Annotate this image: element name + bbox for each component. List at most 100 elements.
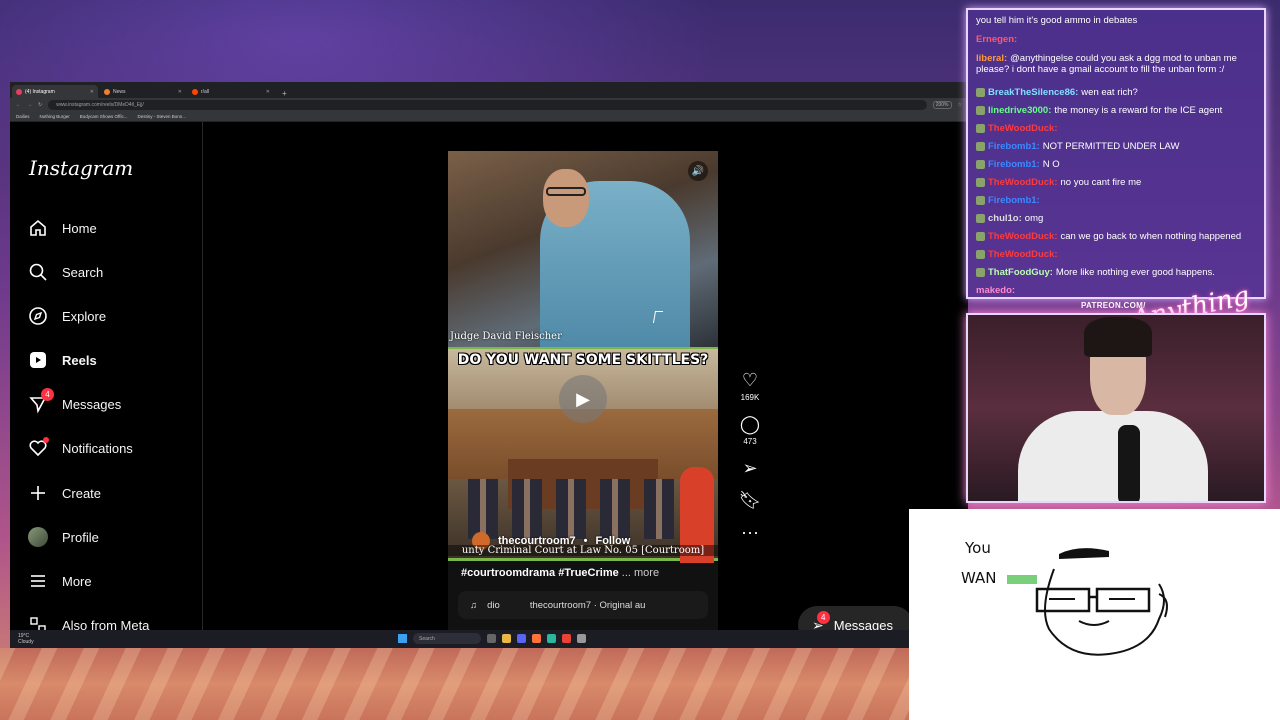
chrome-icon[interactable] (562, 634, 571, 643)
nav-more[interactable]: More (28, 566, 92, 596)
taskbar-center: Search (398, 633, 586, 644)
chat-message: chul1o: omg (976, 213, 1043, 224)
court-caption: unty Criminal Court at Law No. 05 [Court… (448, 545, 718, 556)
chat-message: linedrive3000: the money is a reward for … (976, 105, 1222, 116)
like-button[interactable]: ♡ 169K (741, 370, 760, 402)
reel-upper-frame: 🔊 Judge David Fleischer (448, 151, 718, 347)
overlay-title: DO YOU WANT SOME SKITTLES? (457, 352, 709, 368)
close-tab-icon[interactable]: ✕ (266, 89, 270, 95)
badge-icon (976, 267, 985, 277)
instagram-page: Instagram Home Search Explore Reels 4 Me… (10, 122, 968, 648)
chat-message: BreakTheSilence86: wen eat rich? (976, 87, 1138, 98)
face-doodle (1007, 548, 1168, 656)
ellipsis-icon: ··· (741, 522, 759, 542)
nav-profile[interactable]: Profile (28, 522, 99, 552)
badge-icon (976, 141, 985, 151)
background-ground (0, 648, 910, 720)
audio-bar[interactable]: ♫ dio thecourtroom7 · Original au (458, 591, 708, 619)
save-button[interactable]: 🔖︎ (739, 490, 762, 510)
heart-icon: ♡ (741, 370, 759, 390)
chat-message: liberal: @anythingelse could you ask a dg… (976, 53, 1237, 75)
nav-create[interactable]: Create (28, 478, 101, 508)
streamer-shirt (1018, 411, 1208, 501)
home-icon (28, 218, 48, 238)
chat-message: Ernegen: (976, 34, 1018, 45)
reload-icon[interactable]: ↻ (38, 102, 42, 108)
plus-icon (28, 483, 48, 503)
instagram-favicon-icon (16, 88, 22, 95)
search-icon (28, 262, 48, 282)
star-icon[interactable]: ☆ (958, 102, 962, 108)
messages-badge: 4 (41, 388, 54, 401)
more-link[interactable]: ... more (622, 567, 659, 579)
chat-message: TheWoodDuck: can we go back to when nothi… (976, 231, 1241, 242)
firefox-icon[interactable] (532, 634, 541, 643)
nav-notifications[interactable]: Notifications (28, 433, 133, 463)
more-options-button[interactable]: ··· (741, 522, 759, 542)
comment-count: 473 (743, 437, 757, 446)
tab-instagram[interactable]: (4) Instagram ✕ (12, 85, 98, 98)
forward-icon[interactable]: → (27, 102, 32, 108)
badge-icon (976, 195, 985, 205)
compass-icon (28, 306, 48, 326)
microphone (1118, 425, 1140, 501)
comment-button[interactable]: ◯ 473 (740, 414, 760, 446)
courtroom-people (468, 479, 698, 539)
share-button[interactable]: ➢ (742, 458, 757, 478)
heart-icon (28, 437, 49, 458)
reel-lower-frame: DO YOU WANT SOME SKITTLES? ▶ thecourtroo… (448, 347, 718, 563)
zoom-indicator[interactable]: 200% (932, 101, 952, 109)
close-tab-icon[interactable]: ✕ (90, 89, 94, 95)
instagram-logo[interactable]: Instagram (29, 156, 133, 180)
chat-message: ThatFoodGuy: More like nothing ever good … (976, 267, 1215, 278)
badge-icon (976, 249, 985, 259)
nav-reels[interactable]: Reels (28, 345, 97, 375)
windows-taskbar: 19°C Cloudy Search (10, 630, 910, 648)
chat-message: TheWoodDuck: (976, 123, 1061, 134)
bookmark-item[interactable]: Destiny - Steven Bonn... (137, 114, 186, 119)
drawing-canvas: You WAN (909, 509, 1280, 720)
volume-icon[interactable]: 🔊 (688, 161, 708, 181)
reel-video[interactable]: 🔊 Judge David Fleischer DO YOU WANT SOME… (448, 151, 718, 631)
like-count: 169K (740, 393, 760, 402)
chat-message: Firebomb1: NOT PERMITTED UNDER LAW (976, 141, 1179, 152)
weather-widget[interactable]: 19°C Cloudy (18, 633, 34, 645)
notification-dot (43, 437, 49, 443)
stream-chat-overlay: you tell him it's good ammo in debates E… (966, 8, 1266, 299)
url-field[interactable]: www.instagram.com/reels/DMeD4tl_Ejj/ (48, 100, 927, 110)
discord-icon[interactable] (517, 634, 526, 643)
badge-icon (976, 87, 985, 97)
badge-icon (976, 177, 985, 187)
bookmark-item[interactable]: Nothing Burger (40, 114, 70, 119)
bookmark-item[interactable]: Bodycam Shows Offic... (80, 114, 128, 119)
nav-search[interactable]: Search (28, 257, 103, 287)
app-icon[interactable] (577, 634, 586, 643)
chat-message: you tell him it's good ammo in debates (976, 15, 1138, 26)
nav-messages[interactable]: 4 Messages (28, 388, 121, 419)
task-view-icon[interactable] (487, 634, 496, 643)
chat-message: makedo: (976, 285, 1016, 296)
messenger-icon: 4 (28, 388, 54, 414)
nav-explore[interactable]: Explore (28, 301, 106, 331)
nav-home[interactable]: Home (28, 213, 97, 243)
close-tab-icon[interactable]: ✕ (178, 89, 182, 95)
judge-head (543, 169, 589, 227)
tab-news[interactable]: News ✕ (100, 85, 186, 98)
back-icon[interactable]: ← (16, 102, 21, 108)
judge-caption: Judge David Fleischer (450, 331, 562, 342)
badge-icon (976, 105, 985, 115)
app-icon[interactable] (547, 634, 556, 643)
new-tab-button[interactable]: + (276, 89, 293, 98)
messages-pill-badge: 4 (816, 610, 830, 624)
windows-start-icon[interactable] (398, 634, 407, 643)
tab-reddit[interactable]: r/all ✕ (188, 85, 274, 98)
address-bar-row: ← → ↻ www.instagram.com/reels/DMeD4tl_Ej… (10, 98, 968, 112)
badge-icon (976, 231, 985, 241)
webcam-feed (966, 313, 1266, 503)
tab-bar: (4) Instagram ✕ News ✕ r/all ✕ + (10, 82, 968, 98)
file-explorer-icon[interactable] (502, 634, 511, 643)
browser-window: (4) Instagram ✕ News ✕ r/all ✕ + ← → ↻ www.… (10, 82, 968, 648)
taskbar-search[interactable]: Search (413, 633, 481, 644)
play-icon[interactable]: ▶ (559, 375, 607, 423)
bookmark-item[interactable]: Dailies (16, 114, 30, 119)
